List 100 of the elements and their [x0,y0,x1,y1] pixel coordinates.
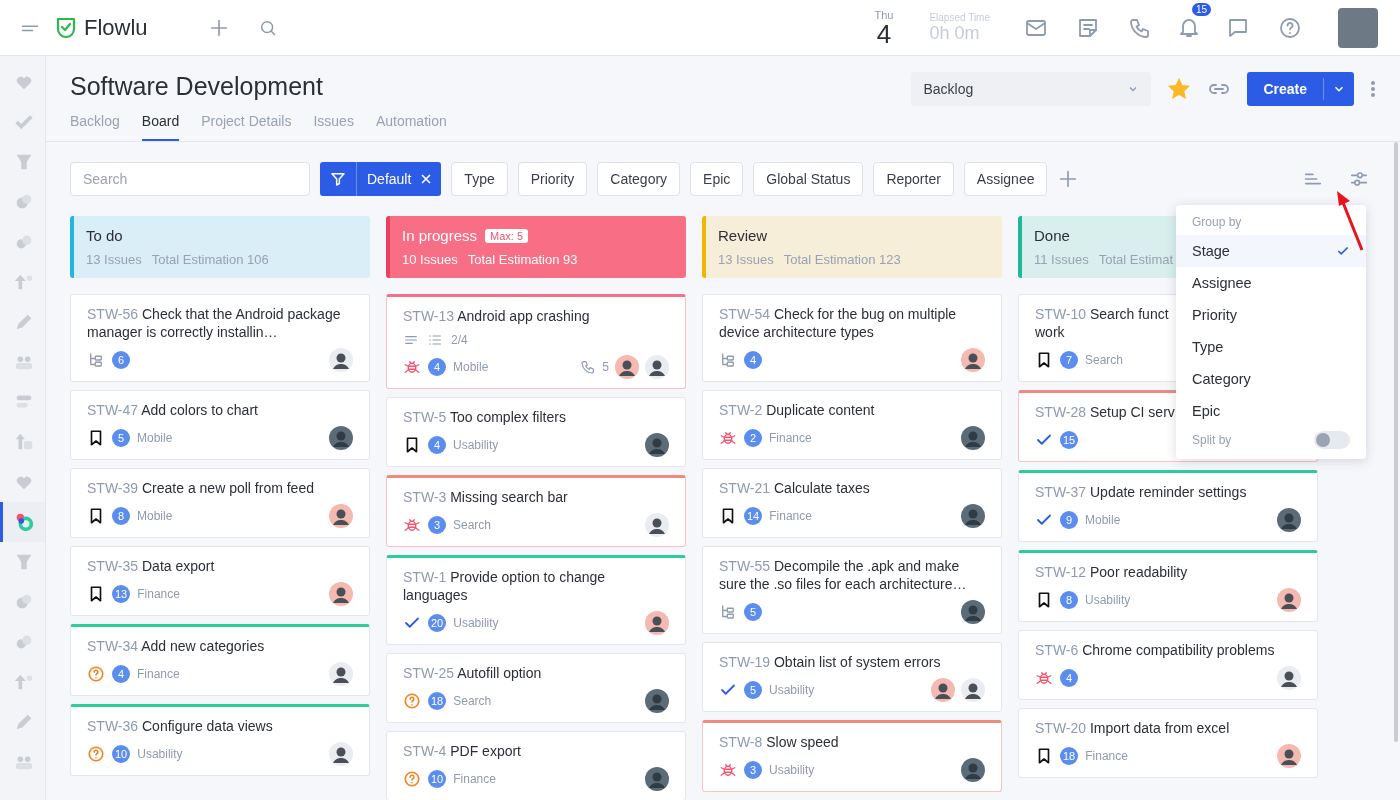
issue-card[interactable]: STW-25 Autofill option 18 Search [386,653,686,723]
tab[interactable]: Board [141,109,180,141]
filter-chip[interactable]: Reporter [873,162,954,196]
total-estimation: Total Estimation 93 [467,252,578,267]
issue-tag: Mobile [1085,513,1121,527]
issue-card[interactable]: STW-1 Provide option to change languages 20 Usability [386,555,686,645]
filter-chip[interactable]: Global Status [753,162,864,196]
sidebar-item[interactable] [0,502,45,542]
issue-card[interactable]: STW-35 Data export 13 Finance [70,546,370,616]
issue-tag: Finance [453,772,496,786]
issue-tag: Usability [1085,593,1131,607]
estimation-badge: 5 [744,603,762,621]
issue-card[interactable]: STW-6 Chrome compatibility problems 4 [1018,630,1318,700]
filter-chip[interactable]: Priority [517,162,588,196]
question-icon [87,745,105,763]
estimation-badge: 5 [112,429,130,447]
issue-card[interactable]: STW-36 Configure data views 10 Usability [70,704,370,776]
issue-title: STW-34 Add new categories [87,637,265,655]
issue-card[interactable]: STW-8 Slow speed 3 Usability [702,720,1002,792]
person-avatar [329,426,353,450]
pointer-arrow [1336,190,1366,252]
issue-title: STW-19 Obtain list of system errors [719,653,941,671]
person-avatar [1277,744,1301,768]
issue-title: STW-39 Create a new poll from feed [87,479,314,497]
bell-icon[interactable] [1180,17,1198,38]
issue-title: STW-54 Check for the bug on multiple device architecture types [719,305,958,341]
issue-card[interactable]: STW-37 Update reminder settings 9 Mobile [1018,470,1318,542]
issue-card[interactable]: STW-12 Poor readability 8 Usability [1018,550,1318,622]
split-label: Split by [1192,433,1232,447]
issue-title: STW-56 Check that the Android package manager is correctly installin… [87,305,342,341]
subtasks-icon [719,603,737,621]
estimation-badge: 2 [744,429,762,447]
filter-chip[interactable]: Type [451,162,508,196]
issue-count: 10 Issues [402,252,458,267]
issue-title: STW-12 Poor readability [1035,563,1188,581]
estimation-badge: 9 [1060,511,1078,529]
search-field[interactable]: Search [70,162,310,196]
elapsed-time: 0h 0m [929,22,981,44]
question-icon [403,692,421,710]
estimation-badge: 13 [112,585,131,603]
total-estimation: Total Estimation 123 [783,252,901,267]
column-title: In progress [402,227,478,244]
issue-card[interactable]: STW-20 Import data from excel 18 Finance [1018,708,1318,778]
person-avatar [645,689,669,713]
filter-chip[interactable]: Assignee [963,162,1048,196]
limit-badge: Max: 5 [485,228,529,243]
estimation-badge: 18 [1060,747,1079,765]
estimation-badge: 7 [1060,351,1078,369]
issue-card[interactable]: STW-56 Check that the Android package manager is correctly installin… 6 [70,294,370,382]
checklist-icon [427,332,443,348]
user-photo[interactable] [1338,7,1378,48]
issue-title: STW-4 PDF export [403,742,521,760]
default-filter-button[interactable]: Default [320,162,442,196]
issue-title: STW-8 Slow speed [719,733,839,751]
issue-card[interactable]: STW-47 Add colors to chart 5 Mobile [70,390,370,460]
issue-card[interactable]: STW-3 Missing search bar 3 Search [386,475,686,547]
view-select[interactable]: Backlog [911,72,1152,106]
issue-card[interactable]: STW-39 Create a new poll from feed 8 Mobile [70,468,370,538]
estimation-badge: 8 [112,507,130,525]
day-number: 4 [876,20,892,47]
issue-card[interactable]: STW-4 PDF export 10 Finance [386,731,686,800]
menu-option[interactable]: Stage [1176,235,1366,267]
issue-tag: Finance [1085,749,1128,763]
issue-card[interactable]: STW-5 Too complex filters 4 Usability [386,397,686,467]
more-icon[interactable] [1370,80,1376,98]
issue-title: STW-5 Too complex filters [403,408,566,426]
issue-title: STW-36 Configure data views [87,717,273,735]
question-icon [403,770,421,788]
app-logo[interactable]: Flowlu [54,14,148,41]
close-icon[interactable] [421,174,432,184]
issue-card[interactable]: STW-13 Android app crashing 2/4 4 Mobile 5 [386,294,686,389]
person-avatar [615,355,639,379]
issue-card[interactable]: STW-19 Obtain list of system errors 5 Usability [702,642,1002,712]
issue-title: STW-3 Missing search bar [403,488,568,506]
total-estimation: Total Estimation 106 [151,252,269,267]
star-icon[interactable] [1167,77,1192,101]
estimation-badge: 3 [428,516,446,534]
issue-card[interactable]: STW-55 Decompile the .apk and make sure the .so files for each architecture… 5 [702,546,1002,634]
filter-chip[interactable]: Epic [690,162,744,196]
issue-tag: Search [453,694,492,708]
issue-title: STW-10 Search funct work [1035,305,1169,341]
split-toggle[interactable] [1314,431,1350,449]
filter-chip[interactable]: Category [597,162,681,196]
issue-card[interactable]: STW-21 Calculate taxes 14 Finance [702,468,1002,538]
project-title: Software Development [70,72,324,101]
issue-count: 13 Issues [718,252,774,267]
person-avatar [645,611,669,635]
issue-title: STW-55 Decompile the .apk and make sure the .so files for each architecture… [719,557,968,593]
create-button[interactable]: Create [1247,72,1354,106]
bug-icon [403,358,421,376]
issue-tag: Usability [769,763,815,777]
column-title: To do [86,227,123,244]
issue-card[interactable]: STW-34 Add new categories 4 Finance [70,624,370,696]
issue-card[interactable]: STW-2 Duplicate content 2 Finance [702,390,1002,460]
issue-count: 13 Issues [86,252,142,267]
issue-tag: Mobile [453,360,489,374]
issue-card[interactable]: STW-54 Check for the bug on multiple device architecture types 4 [702,294,1002,382]
help-icon[interactable] [1278,15,1302,40]
menu-heading: Group by [1191,215,1243,231]
filter-icon [330,171,346,187]
